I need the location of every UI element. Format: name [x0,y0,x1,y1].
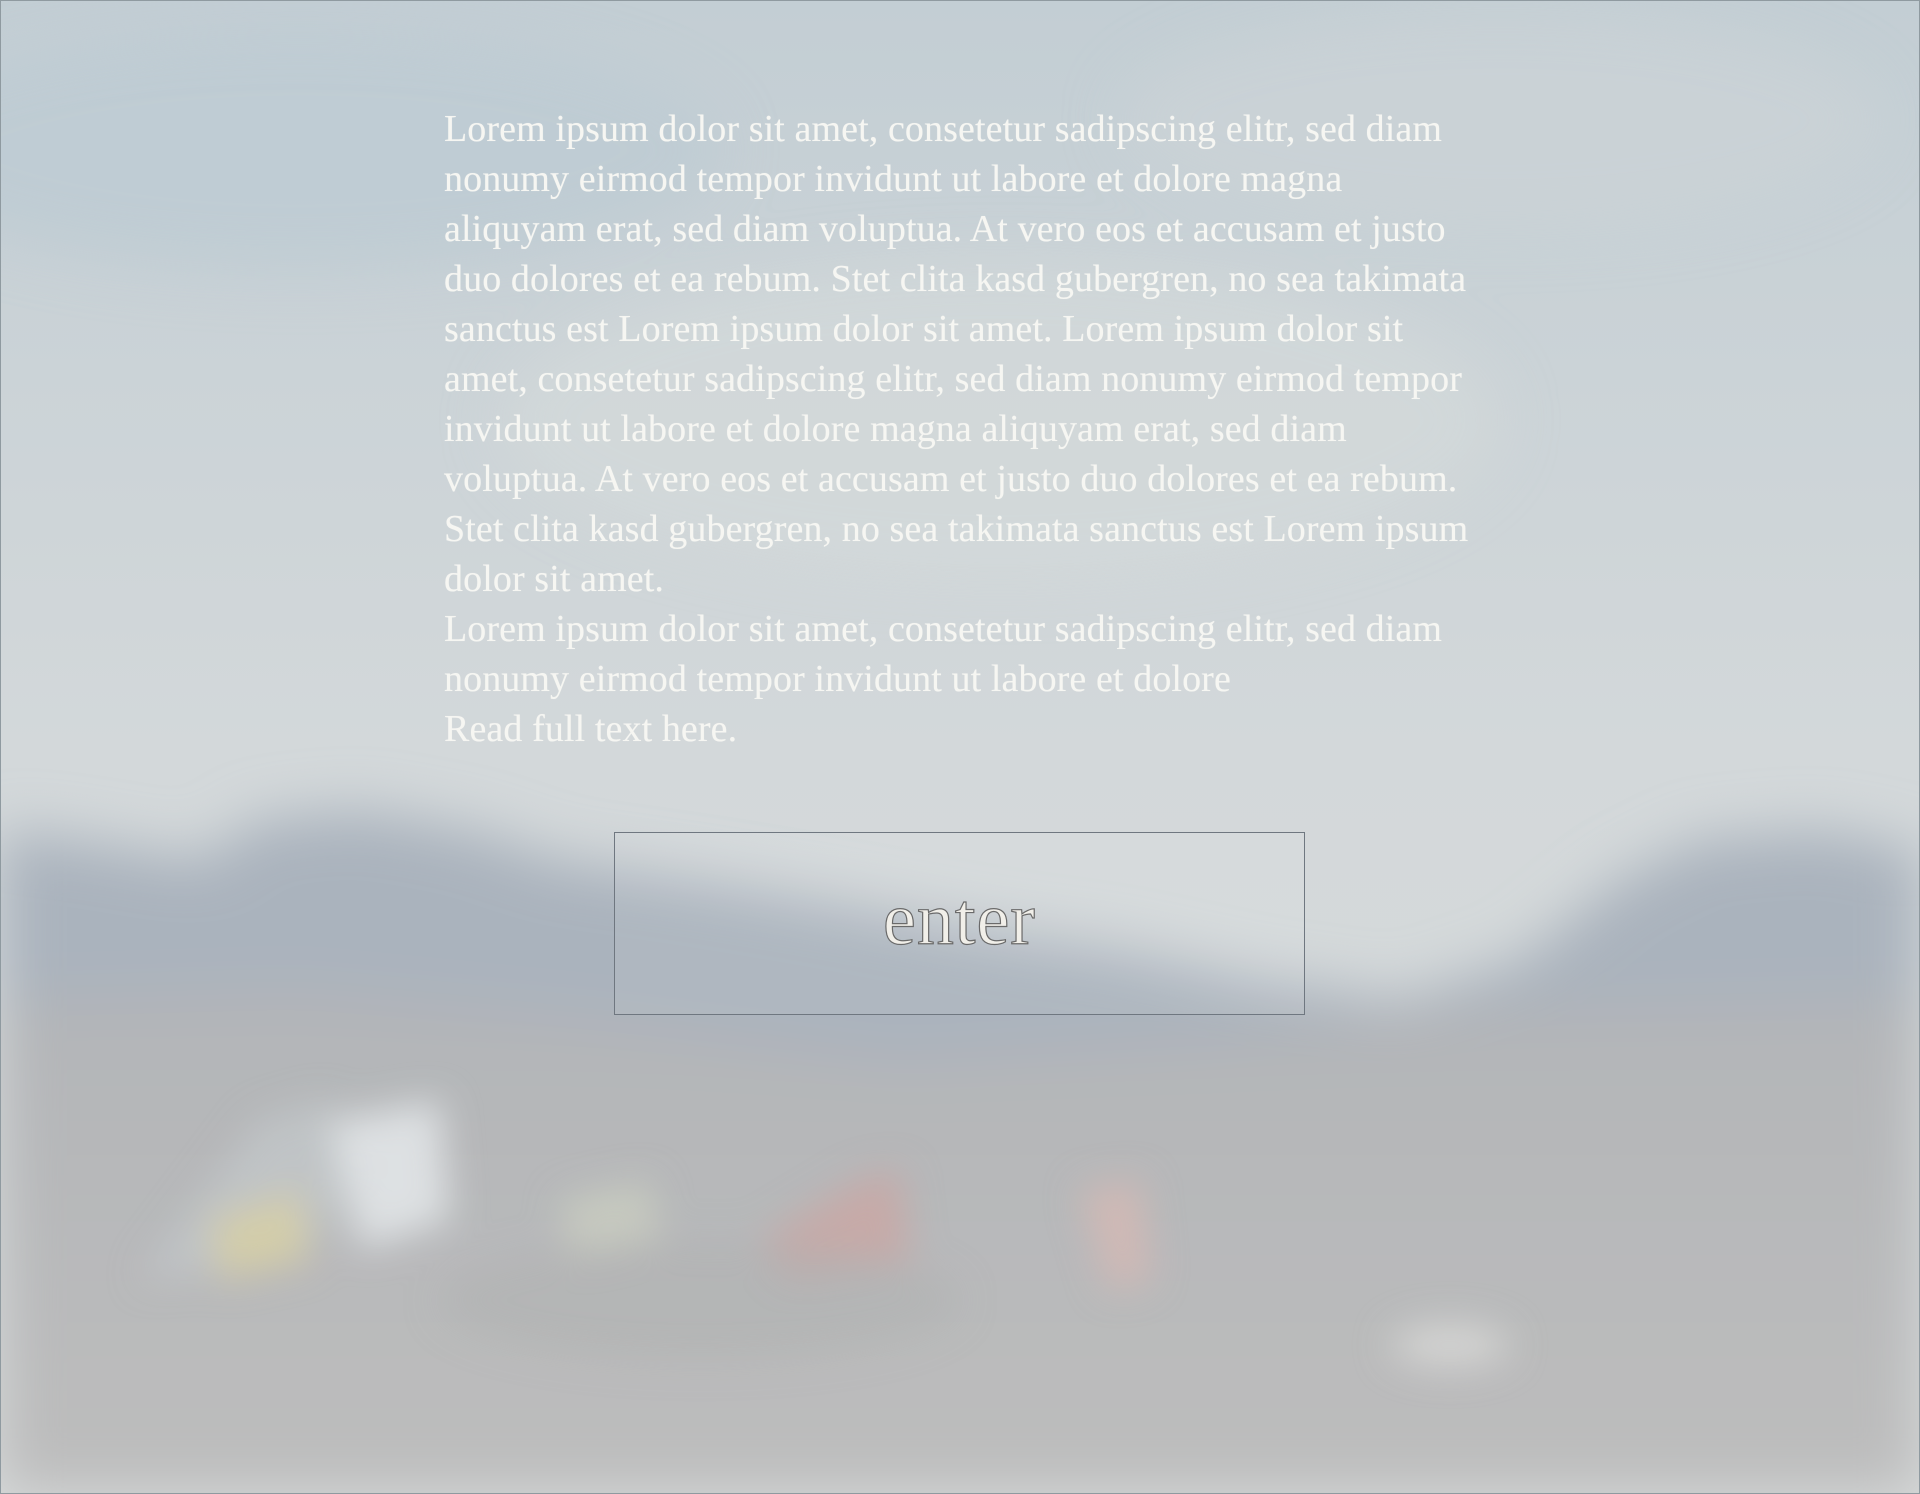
intro-paragraph: Lorem ipsum dolor sit amet, consetetur s… [444,108,1469,600]
enter-button[interactable]: enter [614,832,1305,1015]
intro-paragraph-2: Lorem ipsum dolor sit amet, consetetur s… [444,608,1443,700]
intro-paragraph-continued: Lorem ipsum dolor sit amet, consetetur s… [444,604,1474,754]
read-full-text-link[interactable]: Read full text here. [444,708,737,750]
intro-text-block: Lorem ipsum dolor sit amet, consetetur s… [444,104,1474,754]
enter-button-label: enter [882,878,1036,961]
